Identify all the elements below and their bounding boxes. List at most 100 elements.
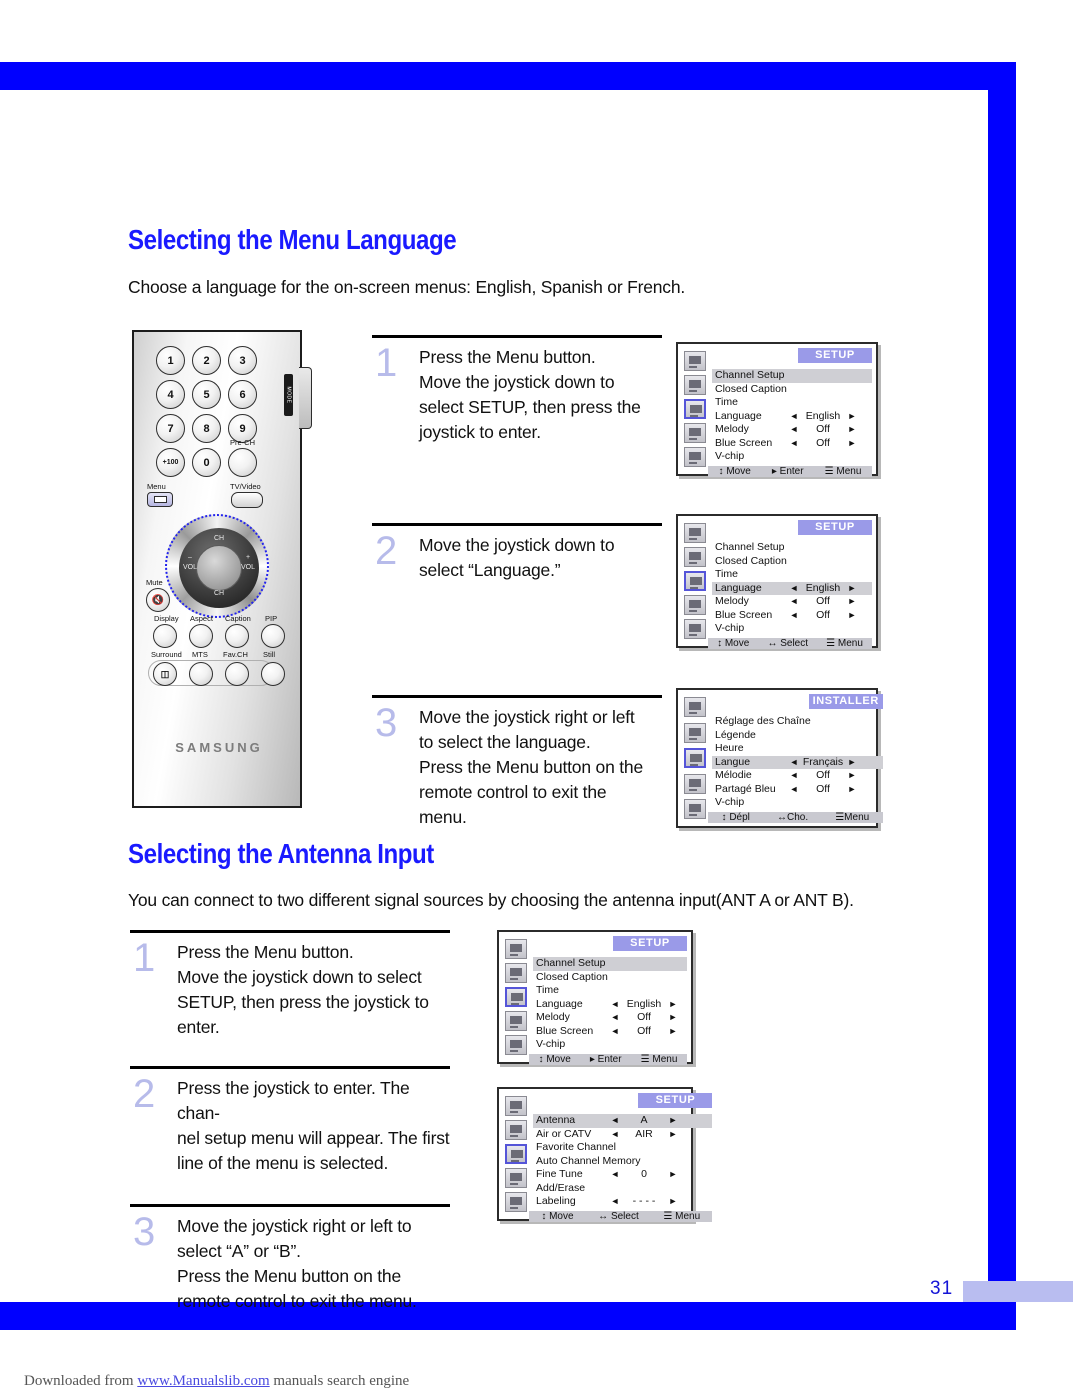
osd-menu-item[interactable]: Closed Caption	[712, 383, 872, 397]
key-5[interactable]: 5	[192, 380, 221, 409]
key-2[interactable]: 2	[192, 346, 221, 375]
surround-button[interactable]: ◫	[153, 662, 177, 686]
right-arrow-icon[interactable]: ►	[666, 1195, 680, 1209]
sound-icon[interactable]	[505, 1120, 527, 1140]
left-arrow-icon[interactable]: ◄	[787, 582, 801, 596]
osd-menu-item[interactable]: Add/Erase	[533, 1182, 712, 1196]
pip-icon[interactable]	[684, 423, 706, 443]
function-icon[interactable]	[684, 447, 706, 467]
osd-menu-item[interactable]: Labeling ◄ - - - - ►	[533, 1195, 712, 1209]
left-arrow-icon[interactable]: ◄	[608, 1025, 622, 1039]
left-arrow-icon[interactable]: ◄	[787, 595, 801, 609]
right-arrow-icon[interactable]: ►	[845, 423, 859, 437]
setup-icon[interactable]	[684, 399, 706, 419]
osd-menu-item[interactable]: Closed Caption	[712, 555, 872, 569]
key-4[interactable]: 4	[156, 380, 185, 409]
joystick-center-enter[interactable]	[196, 545, 242, 591]
still-button[interactable]	[261, 662, 285, 686]
pip-icon[interactable]	[684, 773, 706, 794]
left-arrow-icon[interactable]: ◄	[787, 437, 801, 451]
osd-menu-item[interactable]: V-chip	[712, 796, 883, 810]
osd-menu-item[interactable]: Melody ◄ Off ►	[712, 423, 872, 437]
osd-menu-item[interactable]: Melody ◄ Off ►	[712, 595, 872, 609]
right-arrow-icon[interactable]: ►	[666, 1114, 680, 1128]
right-arrow-icon[interactable]: ►	[845, 756, 859, 770]
function-icon[interactable]	[505, 1035, 527, 1055]
osd-menu-item[interactable]: Channel Setup	[712, 541, 872, 555]
display-button[interactable]	[153, 624, 177, 648]
osd-menu-item[interactable]: Air or CATV ◄ AIR ►	[533, 1128, 712, 1142]
osd-menu-item[interactable]: Légende	[712, 729, 883, 743]
key-plus-100[interactable]: +100	[156, 448, 185, 477]
osd-menu-item[interactable]: V-chip	[712, 450, 872, 464]
key-0[interactable]: 0	[192, 448, 221, 477]
right-arrow-icon[interactable]: ►	[845, 437, 859, 451]
osd-menu-item[interactable]: Channel Setup	[712, 369, 872, 383]
aspect-button[interactable]	[189, 624, 213, 648]
key-1[interactable]: 1	[156, 346, 185, 375]
left-arrow-icon[interactable]: ◄	[787, 609, 801, 623]
right-arrow-icon[interactable]: ►	[666, 998, 680, 1012]
right-arrow-icon[interactable]: ►	[666, 1025, 680, 1039]
key-7[interactable]: 7	[156, 414, 185, 443]
right-arrow-icon[interactable]: ►	[845, 769, 859, 783]
osd-menu-item[interactable]: Time	[533, 984, 687, 998]
picture-icon[interactable]	[684, 523, 706, 543]
left-arrow-icon[interactable]: ◄	[787, 783, 801, 797]
osd-menu-item[interactable]: Langue ◄ Français ►	[712, 755, 883, 770]
left-arrow-icon[interactable]: ◄	[787, 410, 801, 424]
mode-switch[interactable]: MODE	[284, 374, 293, 416]
left-arrow-icon[interactable]: ◄	[787, 756, 801, 770]
sound-icon[interactable]	[505, 963, 527, 983]
osd-menu-item[interactable]: Réglage des Chaîne	[712, 715, 883, 729]
left-arrow-icon[interactable]: ◄	[608, 1195, 622, 1209]
setup-icon[interactable]	[684, 748, 706, 768]
mts-button[interactable]	[189, 662, 213, 686]
key-6[interactable]: 6	[228, 380, 257, 409]
manualslib-link[interactable]: www.Manualslib.com	[137, 1373, 269, 1389]
picture-icon[interactable]	[684, 697, 706, 717]
right-arrow-icon[interactable]: ►	[845, 783, 859, 797]
right-arrow-icon[interactable]: ►	[845, 410, 859, 424]
right-arrow-icon[interactable]: ►	[666, 1168, 680, 1182]
function-icon[interactable]	[684, 619, 706, 639]
menu-button[interactable]	[147, 492, 173, 507]
left-arrow-icon[interactable]: ◄	[608, 1168, 622, 1182]
right-arrow-icon[interactable]: ►	[666, 1011, 680, 1025]
setup-icon[interactable]	[684, 571, 706, 591]
osd-menu-item[interactable]: Blue Screen ◄ Off ►	[533, 1025, 687, 1039]
sound-icon[interactable]	[684, 375, 706, 395]
left-arrow-icon[interactable]: ◄	[787, 423, 801, 437]
sound-icon[interactable]	[684, 722, 706, 743]
pip-icon[interactable]	[684, 595, 706, 615]
osd-menu-item[interactable]: Antenna ◄ A ►	[533, 1114, 713, 1128]
osd-menu-item[interactable]: Mélodie ◄ Off ►	[712, 769, 883, 783]
osd-menu-item[interactable]: V-chip	[712, 622, 872, 636]
picture-icon[interactable]	[684, 351, 706, 371]
osd-menu-item[interactable]: Closed Caption	[533, 971, 687, 985]
osd-menu-item[interactable]: Channel Setup	[533, 957, 687, 971]
osd-menu-item[interactable]: V-chip	[533, 1038, 687, 1052]
key-pre-ch[interactable]	[228, 448, 257, 477]
pip-icon[interactable]	[505, 1168, 527, 1188]
pip-icon[interactable]	[505, 1011, 527, 1031]
osd-menu-item[interactable]: Language ◄ English ►	[712, 581, 872, 596]
key-8[interactable]: 8	[192, 414, 221, 443]
picture-icon[interactable]	[505, 939, 527, 959]
right-arrow-icon[interactable]: ►	[845, 582, 859, 596]
left-arrow-icon[interactable]: ◄	[608, 1011, 622, 1025]
right-arrow-icon[interactable]: ►	[845, 595, 859, 609]
osd-menu-item[interactable]: Favorite Channel	[533, 1141, 712, 1155]
right-arrow-icon[interactable]: ►	[666, 1128, 680, 1142]
osd-menu-item[interactable]: Blue Screen ◄ Off ►	[712, 609, 872, 623]
setup-icon[interactable]	[505, 987, 527, 1007]
osd-menu-item[interactable]: Heure	[712, 742, 883, 756]
function-icon[interactable]	[684, 799, 706, 819]
osd-menu-item[interactable]: Time	[712, 568, 872, 582]
right-arrow-icon[interactable]: ►	[845, 609, 859, 623]
key-3[interactable]: 3	[228, 346, 257, 375]
tv-video-button[interactable]	[231, 492, 263, 508]
osd-menu-item[interactable]: Time	[712, 396, 872, 410]
left-arrow-icon[interactable]: ◄	[608, 1128, 622, 1142]
function-icon[interactable]	[505, 1192, 527, 1212]
